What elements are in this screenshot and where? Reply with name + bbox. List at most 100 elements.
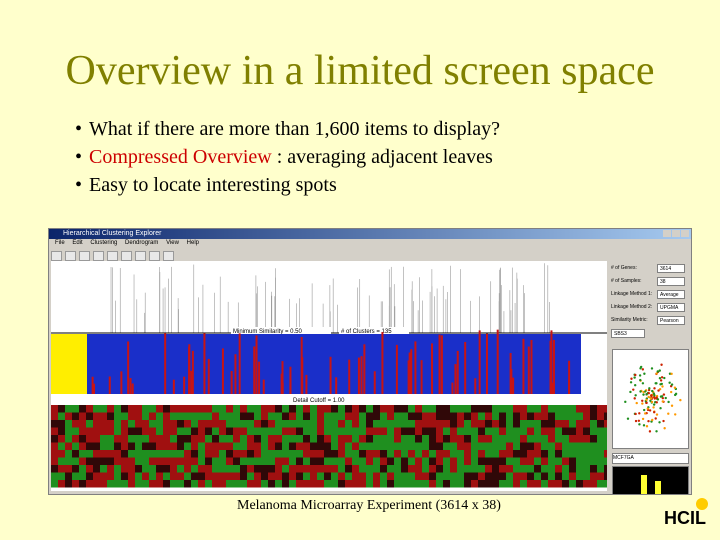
detail-cutoff-label: Detail Cutoff = 1.00 (293, 398, 345, 404)
heatmap-cell (548, 420, 555, 428)
heatmap-cell (72, 442, 79, 450)
zoom-out-icon[interactable] (135, 251, 146, 261)
heatmap-cell (492, 405, 499, 413)
close-icon[interactable] (681, 230, 689, 237)
heatmap-cell (443, 450, 450, 458)
heatmap-cell (345, 427, 352, 435)
menu-edit[interactable]: Edit (72, 240, 82, 246)
scatter-point (658, 421, 661, 424)
heatmap-cell (492, 472, 499, 480)
heatmap-cell (107, 427, 114, 435)
heatmap-cell (576, 480, 583, 488)
heatmap-cell (226, 420, 233, 428)
heatmap-cell (604, 442, 607, 450)
heatmap-cell (562, 442, 569, 450)
heatmap-cell (436, 427, 443, 435)
scatter-point (642, 424, 646, 427)
heatmap-cell (170, 465, 177, 473)
selected-cluster[interactable] (51, 334, 87, 394)
menu-clustering[interactable]: Clustering (90, 240, 117, 246)
heatmap-cell (352, 435, 359, 443)
heatmap-cell (478, 427, 485, 435)
heatmap-cell (485, 435, 492, 443)
heatmap-cell (443, 465, 450, 473)
scatter-point (626, 417, 630, 420)
heatmap-cell (471, 457, 478, 465)
heatmap-cell (310, 442, 317, 450)
heatmap-cell (177, 450, 184, 458)
heatmap-cell (212, 465, 219, 473)
heatmap-cell (191, 450, 198, 458)
scatter-point (663, 376, 666, 380)
heatmap-cell (170, 412, 177, 420)
heatmap-cell (107, 412, 114, 420)
heatmap-cell (359, 435, 366, 443)
heatmap-cell (233, 427, 240, 435)
cut-icon[interactable] (93, 251, 104, 261)
heatmap-cell (289, 405, 296, 413)
heatmap-cell (254, 420, 261, 428)
overview-cluster-bar (91, 376, 94, 394)
cluster-icon[interactable] (149, 251, 160, 261)
scatter-point (653, 396, 656, 399)
maximize-icon[interactable] (672, 230, 680, 237)
scatter-point (638, 423, 641, 426)
heatmap-cell (240, 465, 247, 473)
heatmap-cell (100, 450, 107, 458)
menu-dendrogram[interactable]: Dendrogram (125, 240, 158, 246)
heatmap-cell (534, 480, 541, 488)
heatmap-cell (156, 480, 163, 488)
heatmap-cell (359, 450, 366, 458)
settings-icon[interactable] (163, 251, 174, 261)
save-icon[interactable] (65, 251, 76, 261)
heatmap-cell (121, 465, 128, 473)
heatmap-cell (513, 457, 520, 465)
heatmap-cell (394, 450, 401, 458)
dendrogram-canvas[interactable]: Minimum Similarity = 0.50 # of Clusters … (51, 261, 607, 491)
heatmap-cell (373, 405, 380, 413)
heatmap-cell (429, 420, 436, 428)
zoom-in-icon[interactable] (121, 251, 132, 261)
heatmap-cell (240, 480, 247, 488)
heatmap-cell (401, 420, 408, 428)
histogram[interactable] (612, 466, 689, 494)
scatter-point (635, 401, 638, 405)
heatmap-cell (184, 420, 191, 428)
heatmap-cell (408, 420, 415, 428)
open-icon[interactable] (51, 251, 62, 261)
menu-view[interactable]: View (166, 240, 179, 246)
overview-cluster-bar (410, 349, 413, 394)
heatmap-cell (79, 442, 86, 450)
dendrogram-heatmap-svg: Minimum Similarity = 0.50 # of Clusters … (51, 263, 607, 488)
print-icon[interactable] (79, 251, 90, 261)
heatmap-cell (247, 442, 254, 450)
menu-help[interactable]: Help (187, 240, 199, 246)
heatmap-cell (506, 472, 513, 480)
heatmap-cell (149, 412, 156, 420)
overview-cluster-bar (420, 360, 423, 394)
scatter-point (647, 419, 650, 423)
menu-file[interactable]: File (55, 240, 65, 246)
heatmap-cell (142, 480, 149, 488)
heatmap-cell (401, 405, 408, 413)
histogram-select[interactable]: MCF7GA (612, 453, 689, 464)
heatmap-cell (72, 465, 79, 473)
heatmap-cell (121, 457, 128, 465)
minimize-icon[interactable] (663, 230, 671, 237)
scatterplot[interactable] (612, 349, 689, 449)
heatmap-cell (240, 435, 247, 443)
heatmap-cell (373, 450, 380, 458)
heatmap-cell (86, 450, 93, 458)
scatter-select[interactable]: SBS3 (609, 329, 689, 339)
heatmap-cell (408, 427, 415, 435)
heatmap-cell (590, 435, 597, 443)
heatmap-cell (156, 420, 163, 428)
heatmap-cell (135, 472, 142, 480)
scatter-point (656, 398, 660, 401)
heatmap-cell (219, 427, 226, 435)
copy-icon[interactable] (107, 251, 118, 261)
heatmap-cell (464, 427, 471, 435)
heatmap-cell (583, 465, 590, 473)
heatmap-cell (541, 427, 548, 435)
scatter-point (662, 419, 665, 423)
